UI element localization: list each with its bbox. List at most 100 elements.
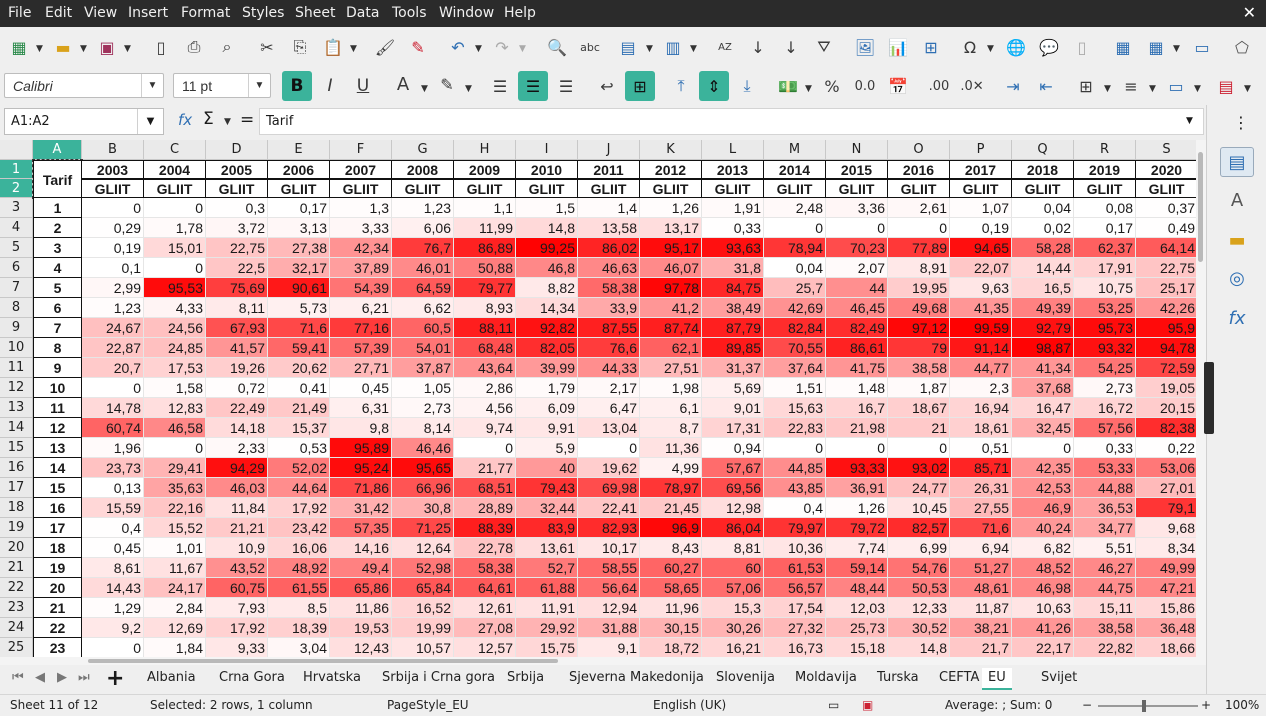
spellcheck-icon[interactable]: abc xyxy=(577,34,603,60)
data-cell[interactable]: 7,74 xyxy=(826,538,888,558)
sheet-tab[interactable]: Albania xyxy=(147,670,196,685)
data-cell[interactable]: 0,04 xyxy=(764,258,826,278)
zoom-in-icon[interactable]: + xyxy=(1201,698,1211,712)
clone-formatting-icon[interactable]: 🖌 xyxy=(372,34,398,60)
language[interactable]: English (UK) xyxy=(653,698,726,712)
add-sheet-icon[interactable]: + xyxy=(106,666,124,691)
data-cell[interactable]: 0 xyxy=(1012,438,1074,458)
data-cell[interactable]: 25,17 xyxy=(1136,278,1196,298)
data-cell[interactable]: 79,1 xyxy=(1136,498,1196,518)
data-cell[interactable]: 0,4 xyxy=(764,498,826,518)
unit-header-cell[interactable]: GLIIT xyxy=(950,179,1012,198)
data-cell[interactable]: 0 xyxy=(888,218,950,238)
data-cell[interactable]: 71,86 xyxy=(330,478,392,498)
menu-edit[interactable]: Edit xyxy=(45,5,72,21)
menu-tools[interactable]: Tools xyxy=(392,5,427,21)
unit-header-cell[interactable]: GLIIT xyxy=(516,179,578,198)
data-cell[interactable]: 20,7 xyxy=(82,358,144,378)
data-cell[interactable]: 88,39 xyxy=(454,518,516,538)
sheet-tab[interactable]: Sjeverna Makedonija xyxy=(569,670,704,685)
sheet-tab[interactable]: Moldavija xyxy=(795,670,857,685)
sidebar-collapse-handle[interactable] xyxy=(1204,362,1214,434)
data-cell[interactable]: 9,68 xyxy=(1136,518,1196,538)
data-cell[interactable]: 82,93 xyxy=(578,518,640,538)
data-cell[interactable]: 43,52 xyxy=(206,558,268,578)
zoom-slider-handle[interactable] xyxy=(1142,700,1146,712)
data-cell[interactable]: 3,13 xyxy=(268,218,330,238)
data-cell[interactable]: 2,3 xyxy=(950,378,1012,398)
year-header-cell[interactable]: 2015 xyxy=(826,160,888,179)
data-cell[interactable]: 86,02 xyxy=(578,238,640,258)
tarif-cell[interactable]: 16 xyxy=(33,498,82,518)
data-cell[interactable]: 8,43 xyxy=(640,538,702,558)
data-cell[interactable]: 86,89 xyxy=(454,238,516,258)
tarif-cell[interactable]: 3 xyxy=(33,238,82,258)
previous-sheet-icon[interactable]: ◀ xyxy=(35,670,45,685)
data-cell[interactable]: 1,05 xyxy=(392,378,454,398)
data-cell[interactable]: 2,73 xyxy=(392,398,454,418)
data-cell[interactable]: 25,73 xyxy=(826,618,888,638)
data-cell[interactable]: 33,9 xyxy=(578,298,640,318)
year-header-cell[interactable]: 2004 xyxy=(144,160,206,179)
column-icon[interactable]: ▥ xyxy=(660,34,686,60)
data-cell[interactable]: 6,21 xyxy=(330,298,392,318)
data-cell[interactable]: 1,58 xyxy=(144,378,206,398)
chevron-down-icon[interactable]: ▼ xyxy=(805,84,812,94)
data-cell[interactable]: 77,89 xyxy=(888,238,950,258)
row-header[interactable]: 4 xyxy=(0,218,33,238)
column-header[interactable]: B xyxy=(82,140,144,160)
data-cell[interactable]: 9,01 xyxy=(702,398,764,418)
data-cell[interactable]: 57,67 xyxy=(702,458,764,478)
data-cell[interactable]: 1,29 xyxy=(82,598,144,618)
row-header[interactable]: 17 xyxy=(0,478,33,498)
data-cell[interactable]: 0,04 xyxy=(1012,198,1074,218)
print-icon[interactable]: ⎙ xyxy=(181,34,207,60)
data-cell[interactable]: 4,33 xyxy=(144,298,206,318)
tarif-cell[interactable]: 11 xyxy=(33,398,82,418)
data-cell[interactable]: 0 xyxy=(144,438,206,458)
data-cell[interactable]: 13,17 xyxy=(640,218,702,238)
align-left-icon[interactable]: ☰ xyxy=(487,73,513,99)
year-header-cell[interactable]: 2011 xyxy=(578,160,640,179)
data-cell[interactable]: 72,59 xyxy=(1136,358,1196,378)
data-cell[interactable]: 0 xyxy=(888,438,950,458)
data-cell[interactable]: 70,23 xyxy=(826,238,888,258)
data-cell[interactable]: 54,39 xyxy=(330,278,392,298)
data-cell[interactable]: 15,59 xyxy=(82,498,144,518)
data-cell[interactable]: 57,56 xyxy=(1074,418,1136,438)
data-cell[interactable]: 9,33 xyxy=(206,638,268,657)
sheet-tab[interactable]: Slovenija xyxy=(716,670,775,685)
data-cell[interactable]: 22,78 xyxy=(454,538,516,558)
data-cell[interactable]: 17,31 xyxy=(702,418,764,438)
column-header[interactable]: K xyxy=(640,140,702,160)
data-cell[interactable]: 67,93 xyxy=(206,318,268,338)
data-cell[interactable]: 44,85 xyxy=(764,458,826,478)
clear-formatting-icon[interactable]: ✎ xyxy=(405,34,431,60)
unit-header-cell[interactable]: GLIIT xyxy=(454,179,516,198)
data-cell[interactable]: 79,72 xyxy=(826,518,888,538)
navigator-icon[interactable]: ◎ xyxy=(1220,263,1254,293)
data-cell[interactable]: 28,89 xyxy=(454,498,516,518)
data-cell[interactable]: 42,26 xyxy=(1136,298,1196,318)
year-header-cell[interactable]: 2014 xyxy=(764,160,826,179)
data-cell[interactable]: 3,36 xyxy=(826,198,888,218)
row-header[interactable]: 12 xyxy=(0,378,33,398)
gallery-icon[interactable]: ▬ xyxy=(1220,225,1254,255)
row-header[interactable]: 18 xyxy=(0,498,33,518)
undo-icon[interactable]: ↶ xyxy=(445,34,471,60)
data-cell[interactable]: 53,25 xyxy=(1074,298,1136,318)
data-cell[interactable]: 44,77 xyxy=(950,358,1012,378)
chevron-down-icon[interactable]: ▼ xyxy=(137,109,163,134)
data-cell[interactable]: 0 xyxy=(82,198,144,218)
data-cell[interactable]: 57,06 xyxy=(702,578,764,598)
data-cell[interactable]: 41,34 xyxy=(1012,358,1074,378)
data-cell[interactable]: 16,7 xyxy=(826,398,888,418)
zoom-slider[interactable] xyxy=(1098,705,1198,707)
data-cell[interactable]: 1,23 xyxy=(392,198,454,218)
data-cell[interactable]: 0 xyxy=(144,258,206,278)
data-cell[interactable]: 12,57 xyxy=(454,638,516,657)
data-cell[interactable]: 61,88 xyxy=(516,578,578,598)
italic-button[interactable]: I xyxy=(317,73,343,99)
expand-formula-bar-icon[interactable]: ▼ xyxy=(1186,116,1193,126)
year-header-cell[interactable]: 2003 xyxy=(82,160,144,179)
